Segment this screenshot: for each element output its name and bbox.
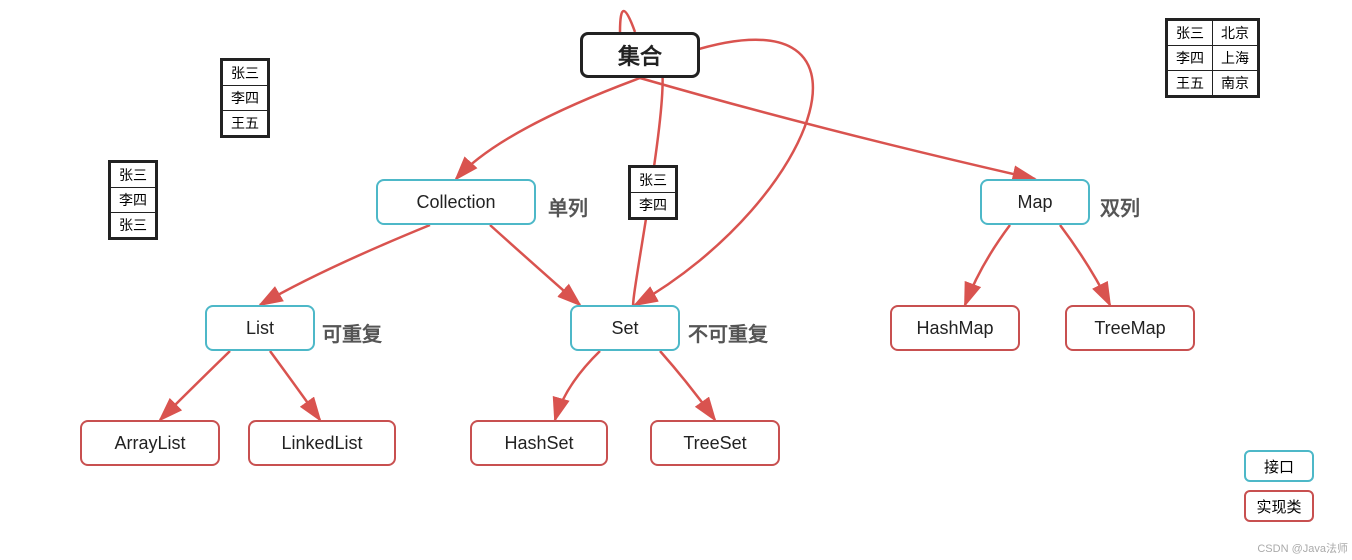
- node-arraylist: ArrayList: [80, 420, 220, 466]
- table-leftstack: 张三 李四 张三: [108, 160, 158, 240]
- node-map: Map: [980, 179, 1090, 225]
- table-topmiddle: 张三 李四 王五: [220, 58, 270, 138]
- label-double: 双列: [1100, 192, 1140, 221]
- legend-impl-item: 实现类: [1244, 490, 1322, 522]
- node-treeset: TreeSet: [650, 420, 780, 466]
- label-repeatable: 可重复: [322, 318, 382, 347]
- legend-impl-box: 实现类: [1244, 490, 1314, 522]
- label-single: 单列: [548, 192, 588, 221]
- node-linkedlist: LinkedList: [248, 420, 396, 466]
- legend-interface-item: 接口: [1244, 450, 1322, 482]
- node-hashset: HashSet: [470, 420, 608, 466]
- node-treemap: TreeMap: [1065, 305, 1195, 351]
- table-topright: 张三北京 李四上海 王五南京: [1165, 18, 1260, 98]
- legend-interface-box: 接口: [1244, 450, 1314, 482]
- arrows-svg: [0, 0, 1352, 560]
- node-set: Set: [570, 305, 680, 351]
- node-root: 集合: [580, 32, 700, 78]
- node-hashmap: HashMap: [890, 305, 1020, 351]
- diagram: 集合 Collection Map List Set HashMap TreeM…: [0, 0, 1352, 560]
- node-list: List: [205, 305, 315, 351]
- node-collection: Collection: [376, 179, 536, 225]
- legend: 接口 实现类: [1244, 450, 1322, 530]
- table-midset: 张三 李四: [628, 165, 678, 220]
- watermark: CSDN @Java法师: [1257, 540, 1348, 556]
- label-nonrepeatable: 不可重复: [688, 318, 768, 347]
